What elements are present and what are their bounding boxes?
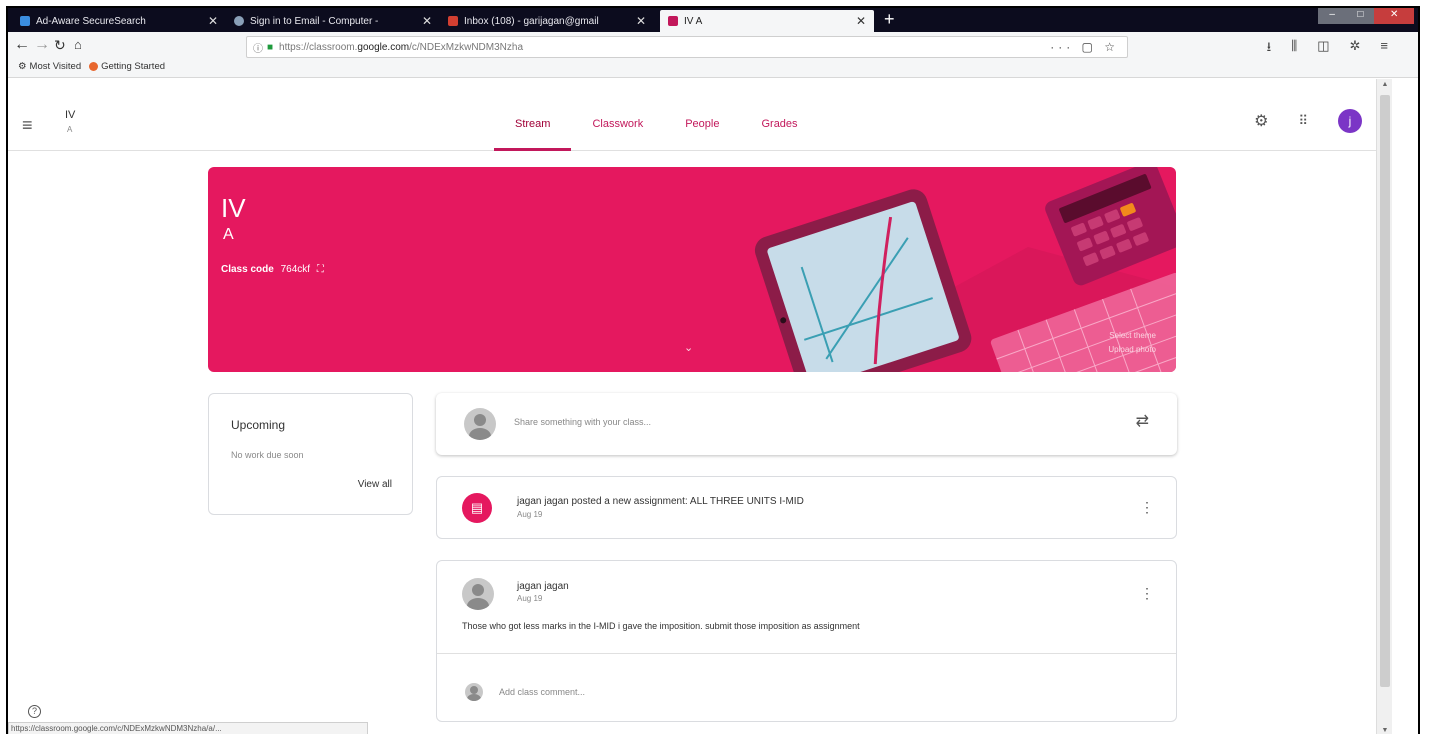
class-banner: IV A Class code 764ckf ⛶ ⌄ Select theme … [208,167,1176,372]
menu-icon[interactable]: ≡ [1380,38,1388,60]
fullscreen-icon[interactable]: ⛶ [317,264,324,275]
back-icon[interactable]: ← [14,36,30,54]
chevron-down-icon[interactable]: ⌄ [684,341,693,354]
class-comment-input[interactable]: Add class comment... [499,687,585,697]
settings-gear-icon[interactable]: ⚙ [1254,111,1268,131]
reload-icon[interactable]: ↻ [54,37,66,54]
tab-inbox[interactable]: Inbox (108) - garijagan@gmail ✕ [440,10,654,32]
class-section: A [67,125,73,134]
download-icon[interactable]: ⭳ [1267,38,1272,60]
tab-email-signin[interactable]: Sign in to Email - Computer - ✕ [226,10,440,32]
commenter-avatar [465,683,483,701]
assignment-icon: ▤ [462,493,492,523]
banner-links: Select theme Upload photo [1108,329,1156,357]
user-avatar [464,408,496,440]
more-vert-icon[interactable]: ⋮ [1140,585,1154,602]
divider [437,653,1176,654]
header-actions: ⚙ ⠿ j [1254,109,1362,133]
announcement-post: jagan jagan Aug 19 ⋮ Those who got less … [436,560,1177,722]
gear-icon: ⚙ [18,61,27,72]
adaware-icon [20,16,30,26]
status-bar: https://classroom.google.com/c/NDExMzkwN… [8,722,368,734]
post-author: jagan jagan [517,581,569,592]
info-icon[interactable]: ⓘ [253,40,263,55]
close-tab-icon[interactable]: ✕ [208,14,218,28]
class-code: Class code 764ckf ⛶ [221,264,324,275]
minimize-button[interactable]: – [1318,8,1346,24]
view-all-link[interactable]: View all [358,479,392,490]
page-actions-icon[interactable]: ··· ▢ ☆ [1050,40,1119,54]
author-avatar [462,578,494,610]
upcoming-card: Upcoming No work due soon View all [208,393,413,515]
browser-window: Ad-Aware SecureSearch ✕ Sign in to Email… [6,6,1420,734]
post-date: Aug 19 [517,510,543,519]
tab-bar: Ad-Aware SecureSearch ✕ Sign in to Email… [8,8,1418,32]
bookmarks-bar: ⚙ Most Visited Getting Started [18,61,165,72]
gmail-icon [448,16,458,26]
scrollbar-thumb[interactable] [1380,95,1390,687]
tab-people[interactable]: People [664,115,740,151]
upload-photo-link[interactable]: Upload photo [1108,343,1156,357]
maximize-button[interactable]: □ [1346,8,1374,24]
hamburger-menu-icon[interactable]: ≡ [22,115,33,136]
forward-icon[interactable]: → [34,36,50,54]
tab-adaware[interactable]: Ad-Aware SecureSearch ✕ [12,10,226,32]
tab-classroom[interactable]: IV A ✕ [660,10,874,32]
post-date: Aug 19 [517,594,543,603]
extension-icon[interactable]: ✲ [1350,38,1361,60]
window-controls: – □ ✕ [1318,8,1414,24]
page-icon [234,16,244,26]
tab-classwork[interactable]: Classwork [571,115,664,151]
more-vert-icon[interactable]: ⋮ [1140,499,1154,516]
close-tab-icon[interactable]: ✕ [422,14,432,28]
library-icon[interactable]: ⫼ [1291,38,1297,60]
assignment-post[interactable]: ▤ jagan jagan posted a new assignment: A… [436,476,1177,539]
url-domain: google.com [357,41,410,53]
upcoming-title: Upcoming [231,418,286,432]
scroll-up-icon[interactable]: ▲ [1377,81,1393,88]
url-bar[interactable]: ⓘ ■ https://classroom. google.com/c/NDExM… [246,36,1128,58]
scroll-down-icon[interactable]: ▼ [1377,727,1393,734]
close-tab-icon[interactable]: ✕ [636,14,646,28]
class-tabs: Stream Classwork People Grades [494,115,819,151]
navigation-toolbar: ← → ↻ ⌂ ⓘ ■ https://classroom. google.com… [8,32,1418,78]
share-box[interactable]: Share something with your class... ⇄ [436,393,1177,455]
apps-grid-icon[interactable]: ⠿ [1298,113,1308,129]
repost-icon[interactable]: ⇄ [1136,411,1149,431]
tab-stream[interactable]: Stream [494,115,572,151]
close-tab-icon[interactable]: ✕ [856,14,866,28]
post-body: Those who got less marks in the I-MID i … [462,621,860,631]
close-window-button[interactable]: ✕ [1374,8,1414,24]
url-prefix: https://classroom. [279,41,358,53]
toolbar-icons: ⭳ ⫼ ◫ ✲ ≡ [1267,38,1388,60]
sidebar-icon[interactable]: ◫ [1317,38,1329,60]
bookmark-most-visited[interactable]: ⚙ Most Visited [18,61,81,72]
url-path: /c/NDExMzkwNDM3Nzha [409,41,524,53]
classroom-icon [668,16,678,26]
tab-grades[interactable]: Grades [740,115,818,151]
share-placeholder[interactable]: Share something with your class... [514,417,651,427]
class-name[interactable]: IV [65,109,75,121]
help-icon[interactable]: ? [28,705,41,718]
lock-icon: ■ [267,41,274,53]
bookmark-getting-started[interactable]: Getting Started [89,61,165,72]
firefox-icon [89,62,99,71]
banner-section: A [223,226,234,243]
home-icon[interactable]: ⌂ [74,37,82,52]
new-tab-button[interactable]: + [884,9,895,29]
banner-class-name: IV [221,193,246,223]
account-avatar[interactable]: j [1338,109,1362,133]
page-scrollbar[interactable]: ▲ ▼ [1376,79,1392,734]
classroom-header: ≡ IV A Stream Classwork People Grades ⚙ … [8,79,1380,151]
post-text: jagan jagan posted a new assignment: ALL… [517,496,804,507]
select-theme-link[interactable]: Select theme [1108,329,1156,343]
class-code-value: 764ckf [280,264,311,275]
upcoming-subtitle: No work due soon [231,450,304,460]
